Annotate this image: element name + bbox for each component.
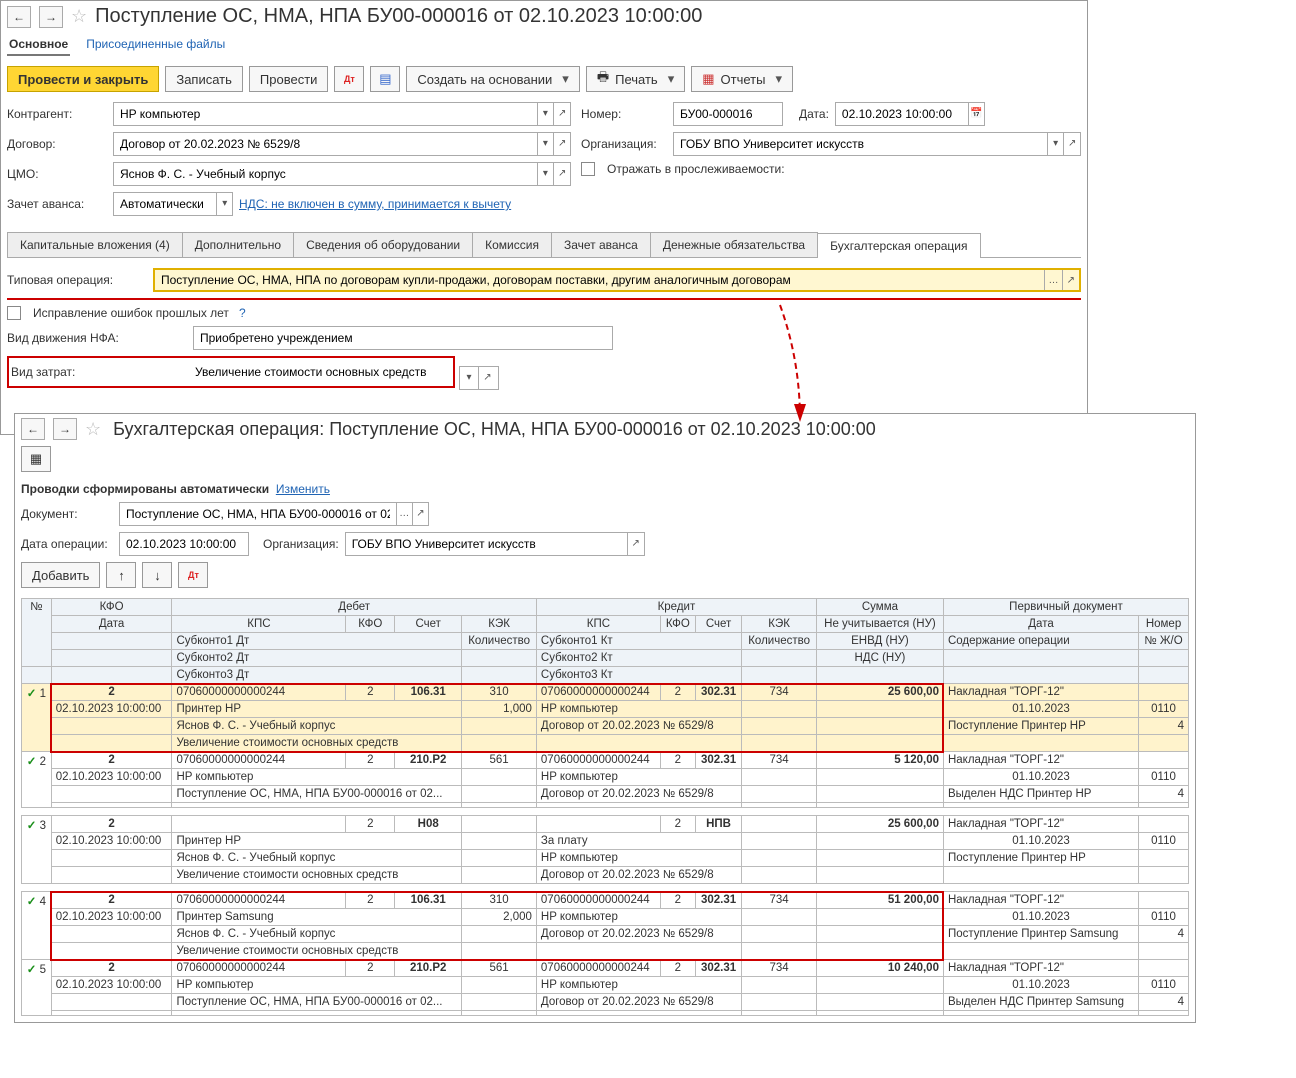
star-icon-2[interactable]: ☆ bbox=[85, 419, 101, 440]
create-based-button[interactable]: Создать на основании bbox=[406, 66, 579, 92]
lbl-advance: Зачет аванса: bbox=[7, 197, 107, 211]
list-icon-button[interactable]: ▤ bbox=[370, 66, 400, 92]
tab-capital[interactable]: Капитальные вложения (4) bbox=[7, 232, 183, 257]
change-link[interactable]: Изменить bbox=[276, 482, 330, 496]
nfa-field[interactable] bbox=[194, 327, 612, 349]
nav-back[interactable]: ← bbox=[7, 6, 31, 28]
lbl-contract: Договор: bbox=[7, 137, 107, 151]
tab-money[interactable]: Денежные обязательства bbox=[650, 232, 818, 257]
form1-title: Поступление ОС, НМА, НПА БУ00-000016 от … bbox=[95, 5, 702, 28]
advance-field[interactable] bbox=[114, 193, 216, 215]
print-button[interactable]: 🖶Печать bbox=[586, 66, 685, 92]
form2-title: Бухгалтерская операция: Поступление ОС, … bbox=[113, 419, 876, 440]
lbl-cmo: ЦМО: bbox=[7, 167, 107, 181]
lbl-org: Организация: bbox=[581, 137, 667, 151]
tab-commission[interactable]: Комиссия bbox=[472, 232, 552, 257]
date-field[interactable] bbox=[836, 103, 968, 125]
nav-fwd[interactable]: → bbox=[39, 6, 63, 28]
opdate-field[interactable] bbox=[120, 533, 248, 555]
table-row[interactable]: ✓ 4 2 070600000000002442106.31310 070600… bbox=[22, 892, 1189, 909]
lbl-trace: Отражать в прослеживаемости: bbox=[607, 162, 785, 176]
cmo-field[interactable] bbox=[114, 163, 537, 185]
tab-accounting[interactable]: Бухгалтерская операция bbox=[817, 233, 980, 258]
calendar-icon[interactable]: 📅 bbox=[968, 103, 984, 125]
tab-equip[interactable]: Сведения об оборудовании bbox=[293, 232, 473, 257]
fix-errors-checkbox[interactable] bbox=[7, 306, 21, 320]
dtkt-icon-2[interactable]: Дт bbox=[178, 562, 208, 588]
lbl-cost: Вид затрат: bbox=[11, 365, 189, 379]
lbl-number: Номер: bbox=[581, 107, 667, 121]
report-icon: ▦ bbox=[702, 71, 714, 87]
linktab-files[interactable]: Присоединенные файлы bbox=[84, 34, 227, 56]
down-icon[interactable]: ↓ bbox=[142, 562, 172, 588]
nav-fwd-2[interactable]: → bbox=[53, 418, 77, 440]
doc-field[interactable] bbox=[120, 503, 396, 525]
lbl-date: Дата: bbox=[799, 107, 829, 121]
org-field[interactable] bbox=[674, 133, 1047, 155]
up-icon[interactable]: ↑ bbox=[106, 562, 136, 588]
tab-extra[interactable]: Дополнительно bbox=[182, 232, 294, 257]
dropdown-icon[interactable]: ▾ bbox=[537, 103, 554, 125]
post-button[interactable]: Провести bbox=[249, 66, 329, 92]
number-field[interactable] bbox=[674, 103, 782, 125]
tab-advance[interactable]: Зачет аванса bbox=[551, 232, 651, 257]
dtkt-icon-button[interactable]: Дт bbox=[334, 66, 364, 92]
add-button[interactable]: Добавить bbox=[21, 562, 100, 588]
entries-table: № КФО Дебет Кредит Сумма Первичный докум… bbox=[21, 598, 1189, 1016]
vat-link[interactable]: НДС: не включен в сумму, принимается к в… bbox=[239, 197, 511, 211]
table-row[interactable]: ✓ 2 2 070600000000002442210.Р2561 070600… bbox=[22, 752, 1189, 769]
table-row[interactable]: ✓ 3 2 2Н08 2НПВ 25 600,00 Накладная "ТОР… bbox=[22, 816, 1189, 833]
lbl-opdate: Дата операции: bbox=[21, 537, 113, 551]
trace-checkbox[interactable] bbox=[581, 162, 595, 176]
linktab-main[interactable]: Основное bbox=[7, 34, 70, 56]
post-close-button[interactable]: Провести и закрыть bbox=[7, 66, 159, 92]
lbl-counterparty: Контрагент: bbox=[7, 107, 107, 121]
counterparty-field[interactable] bbox=[114, 103, 537, 125]
lbl-doc: Документ: bbox=[21, 507, 113, 521]
reports-button[interactable]: ▦Отчеты bbox=[691, 66, 793, 92]
cost-field[interactable] bbox=[195, 360, 451, 384]
table-row[interactable]: ✓ 1 2 070600000000002442106.31310 070600… bbox=[22, 684, 1189, 701]
typical-op-field[interactable] bbox=[155, 270, 1044, 290]
contract-field[interactable] bbox=[114, 133, 537, 155]
org2-field[interactable] bbox=[346, 533, 627, 555]
lbl-op: Типовая операция: bbox=[7, 273, 147, 287]
lbl-nfa: Вид движения НФА: bbox=[7, 331, 187, 345]
open-icon[interactable]: ↗ bbox=[553, 103, 570, 125]
nav-back-2[interactable]: ← bbox=[21, 418, 45, 440]
star-icon[interactable]: ☆ bbox=[71, 6, 87, 27]
grid-icon-button[interactable]: ▦ bbox=[21, 446, 51, 472]
printer-icon: 🖶 bbox=[597, 68, 609, 90]
auto-text: Проводки сформированы автоматически bbox=[21, 482, 269, 496]
save-button[interactable]: Записать bbox=[165, 66, 243, 92]
lbl-org2: Организация: bbox=[263, 537, 339, 551]
table-row[interactable]: ✓ 5 2 070600000000002442210.Р2561 070600… bbox=[22, 960, 1189, 977]
lbl-fix-errors: Исправление ошибок прошлых лет bbox=[33, 306, 229, 320]
help-icon[interactable]: ? bbox=[239, 306, 246, 320]
